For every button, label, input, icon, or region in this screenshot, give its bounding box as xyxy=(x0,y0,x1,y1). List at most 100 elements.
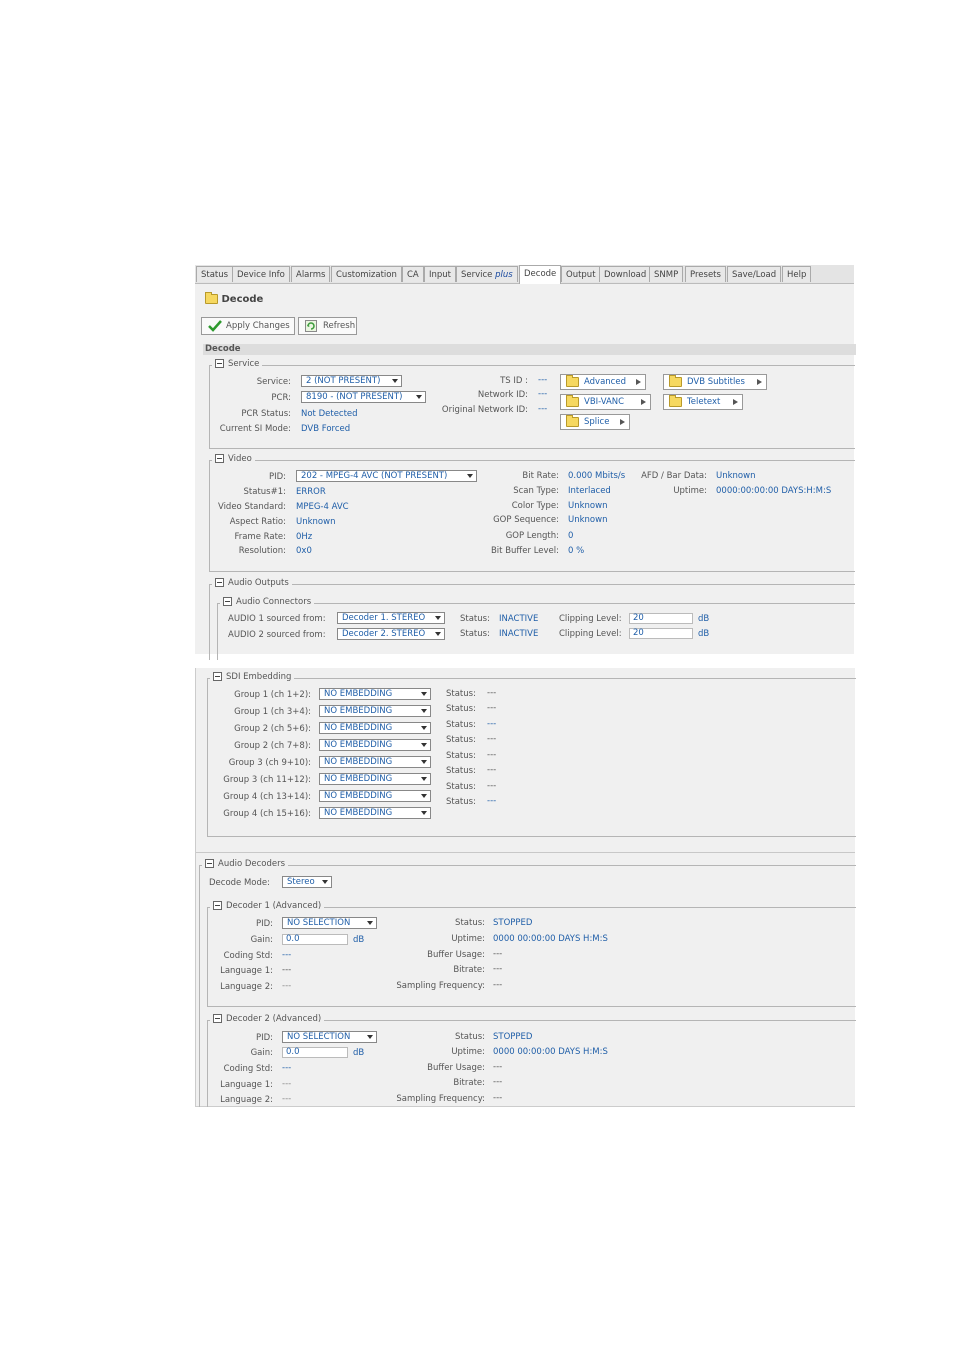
sdi-group-select[interactable]: NO EMBEDDING xyxy=(319,739,431,751)
decoder2-lang2-label: Language 2: xyxy=(220,1095,273,1105)
collapse-icon[interactable] xyxy=(213,901,222,910)
sdi-group-select[interactable]: NO EMBEDDING xyxy=(319,756,431,768)
decoder1-sampling-label: Sampling Frequency: xyxy=(396,981,485,991)
decoder1-legend[interactable]: Decoder 1 (Advanced) xyxy=(210,901,325,911)
video-pid-label: PID: xyxy=(268,472,286,482)
tab-customization[interactable]: Customization xyxy=(331,266,402,282)
audio1-status-label: Status: xyxy=(460,614,490,624)
collapse-icon[interactable] xyxy=(215,359,224,368)
gop-sequence-label: GOP Sequence: xyxy=(493,515,559,525)
apply-changes-button[interactable]: Apply Changes xyxy=(201,317,295,335)
tab-presets[interactable]: Presets xyxy=(685,266,726,282)
apply-changes-label: Apply Changes xyxy=(226,321,290,331)
teletext-button[interactable]: Teletext xyxy=(663,394,743,410)
tab-decode[interactable]: Decode xyxy=(519,265,562,284)
decoder2-legend[interactable]: Decoder 2 (Advanced) xyxy=(210,1014,325,1024)
bit-buffer-value: 0 % xyxy=(568,546,585,556)
audio2-clip-input[interactable]: 20 xyxy=(629,628,693,639)
audio-connectors-legend-text: Audio Connectors xyxy=(236,597,312,607)
audio1-source-select[interactable]: Decoder 1. STEREO xyxy=(337,612,445,624)
tab-snmp[interactable]: SNMP xyxy=(649,266,684,282)
folder-icon xyxy=(669,374,682,387)
sdi-status-label: Status: xyxy=(446,782,476,792)
decoder1-coding-value: --- xyxy=(282,950,292,960)
audio-decoders-legend-text: Audio Decoders xyxy=(218,859,286,869)
decoder2-gain-input[interactable]: 0.0 xyxy=(282,1047,348,1058)
splice-label: Splice xyxy=(584,417,610,427)
decoder2-bitrate-label: Bitrate: xyxy=(453,1078,485,1088)
decoder2-pid-select[interactable]: NO SELECTION xyxy=(282,1031,377,1043)
advanced-button[interactable]: Advanced xyxy=(560,374,646,390)
audio1-clip-label: Clipping Level: xyxy=(559,614,622,624)
decoder2-coding-value: --- xyxy=(282,1063,292,1073)
audio1-status-value: INACTIVE xyxy=(499,614,539,624)
collapse-icon[interactable] xyxy=(215,454,224,463)
tab-service-plus[interactable]: Service plus xyxy=(456,266,518,282)
audio-decoders-legend[interactable]: Audio Decoders xyxy=(202,859,289,869)
tab-ca[interactable]: CA xyxy=(402,266,424,282)
vbi-vanc-button[interactable]: VBI-VANC xyxy=(560,394,651,410)
decoder1-lang1-value: --- xyxy=(282,965,292,975)
dvb-subtitles-button[interactable]: DVB Subtitles xyxy=(663,374,767,390)
decoder1-status-value: STOPPED xyxy=(493,918,533,928)
sdi-group-select[interactable]: NO EMBEDDING xyxy=(319,722,431,734)
sdi-group-label: Group 1 (ch 1+2): xyxy=(234,690,311,700)
service-legend[interactable]: Service xyxy=(212,359,263,369)
refresh-button[interactable]: Refresh xyxy=(298,317,357,335)
audio-connectors-legend[interactable]: Audio Connectors xyxy=(220,597,315,607)
sdi-group-select[interactable]: NO EMBEDDING xyxy=(319,688,431,700)
audio1-clip-input[interactable]: 20 xyxy=(629,613,693,624)
decode-mode-select[interactable]: Stereo xyxy=(282,876,332,888)
decoder2-gain-label: Gain: xyxy=(250,1048,273,1058)
audio1-clip-unit: dB xyxy=(698,614,710,624)
arrow-right-icon xyxy=(733,399,738,405)
decoder1-gain-input[interactable]: 0.0 xyxy=(282,934,348,945)
color-type-value: Unknown xyxy=(568,501,608,511)
decode-panel-top: Status Device Info Alarms Customization … xyxy=(195,265,856,660)
ts-id-value: --- xyxy=(538,375,548,385)
gop-length-value: 0 xyxy=(568,531,574,541)
collapse-icon[interactable] xyxy=(223,597,232,606)
tab-device-info[interactable]: Device Info xyxy=(232,266,290,282)
tab-status[interactable]: Status xyxy=(196,266,234,282)
tab-save-load[interactable]: Save/Load xyxy=(727,266,782,282)
service-select[interactable]: 2 (NOT PRESENT) xyxy=(301,375,402,387)
ts-id-label: TS ID : xyxy=(500,376,528,386)
tab-help[interactable]: Help xyxy=(782,266,812,282)
collapse-icon[interactable] xyxy=(205,859,214,868)
decoder1-legend-text: Decoder 1 (Advanced) xyxy=(226,901,322,911)
tab-alarms[interactable]: Alarms xyxy=(291,266,331,282)
audio2-source-select[interactable]: Decoder 2. STEREO xyxy=(337,628,445,640)
gop-length-label: GOP Length: xyxy=(505,531,559,541)
audio-outputs-legend[interactable]: Audio Outputs xyxy=(212,578,292,588)
tab-service-label: Service xyxy=(461,270,493,280)
decoder1-buffer-value: --- xyxy=(493,949,503,959)
decoder1-sampling-value: --- xyxy=(493,980,503,990)
tab-download[interactable]: Download xyxy=(599,266,652,282)
splice-button[interactable]: Splice xyxy=(560,414,630,430)
sdi-embedding-legend[interactable]: SDI Embedding xyxy=(210,672,295,682)
decoder2-lang1-value: --- xyxy=(282,1079,292,1089)
advanced-label: Advanced xyxy=(584,377,626,387)
sdi-group-label: Group 1 (ch 3+4): xyxy=(234,707,311,717)
collapse-icon[interactable] xyxy=(215,578,224,587)
pcr-select[interactable]: 8190 - (NOT PRESENT) xyxy=(301,391,426,403)
sdi-status-label: Status: xyxy=(446,766,476,776)
sdi-status-label: Status: xyxy=(446,720,476,730)
sdi-group-select[interactable]: NO EMBEDDING xyxy=(319,705,431,717)
decoder1-pid-select[interactable]: NO SELECTION xyxy=(282,917,377,929)
collapse-icon[interactable] xyxy=(213,672,222,681)
video-pid-select[interactable]: 202 - MPEG-4 AVC (NOT PRESENT) xyxy=(296,470,477,482)
sdi-status-label: Status: xyxy=(446,689,476,699)
tab-input[interactable]: Input xyxy=(424,266,457,282)
collapse-icon[interactable] xyxy=(213,1014,222,1023)
tab-output[interactable]: Output xyxy=(561,266,601,282)
decoder2-pid-label: PID: xyxy=(255,1033,273,1043)
video-legend[interactable]: Video xyxy=(212,454,255,464)
color-type-label: Color Type: xyxy=(511,501,559,511)
sdi-group-select[interactable]: NO EMBEDDING xyxy=(319,773,431,785)
tab-service-plus-label: plus xyxy=(495,270,513,280)
decoder2-lang2-value: --- xyxy=(282,1094,292,1104)
sdi-group-select[interactable]: NO EMBEDDING xyxy=(319,807,431,819)
sdi-group-select[interactable]: NO EMBEDDING xyxy=(319,790,431,802)
